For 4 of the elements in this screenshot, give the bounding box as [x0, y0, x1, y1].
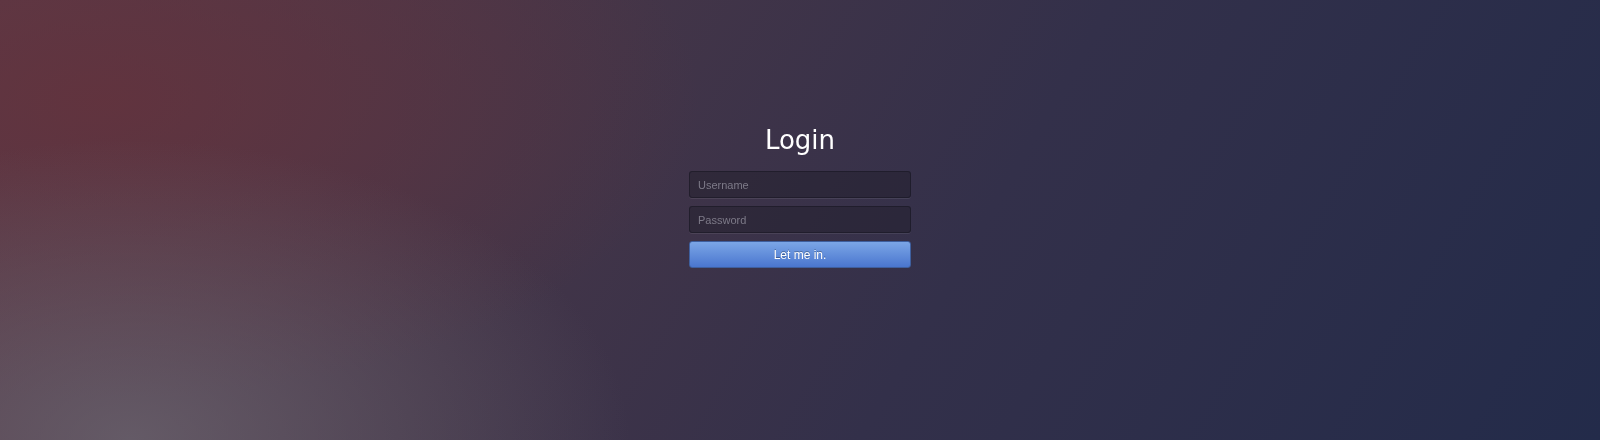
login-button[interactable]: Let me in. — [689, 241, 911, 268]
login-title: Login — [763, 124, 837, 157]
input-field[interactable]: Username — [689, 171, 911, 198]
input-field[interactable]: Password — [689, 206, 911, 233]
